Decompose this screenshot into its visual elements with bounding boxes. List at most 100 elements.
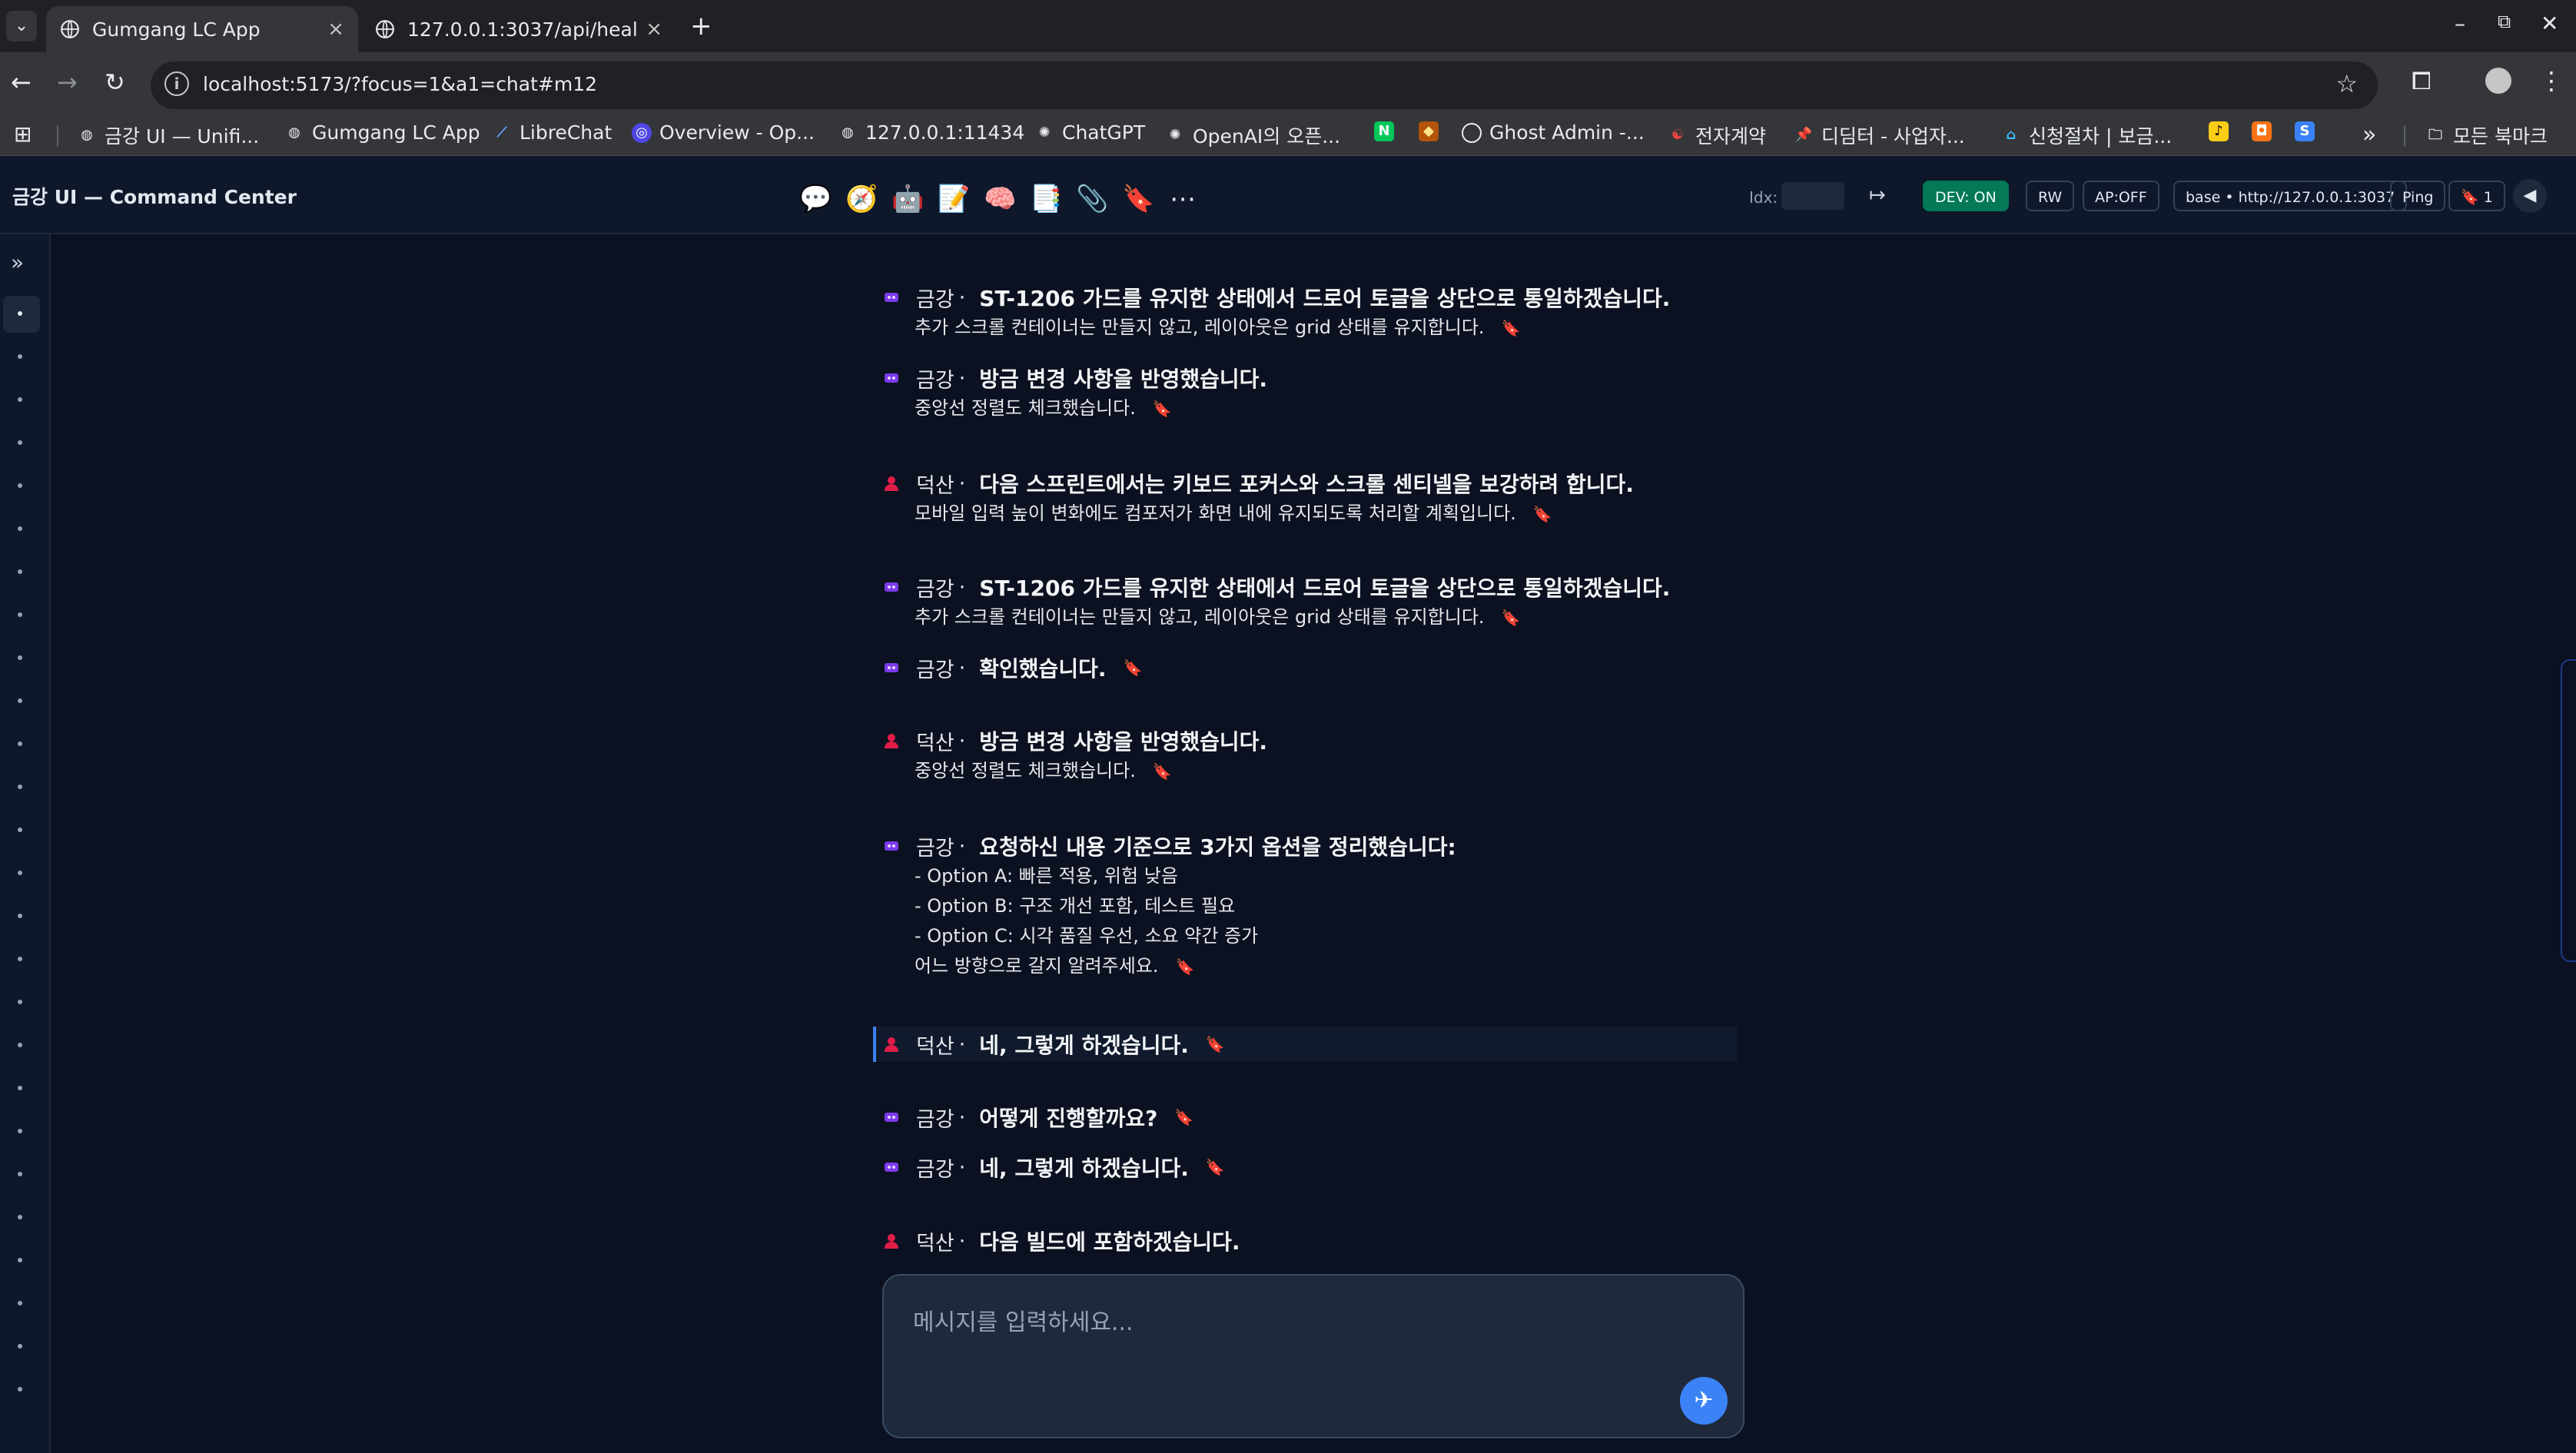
message-item[interactable]: 금강 · 어떻게 진행할까요? 🔖	[876, 1102, 1737, 1133]
right-drawer-handle[interactable]	[2561, 659, 2576, 962]
apps-icon[interactable]: ⊞	[14, 121, 32, 147]
site-info-icon[interactable]: i	[164, 71, 189, 96]
bookmark-icon[interactable]: 🔖	[1122, 184, 1154, 214]
sidebar-dot[interactable]	[18, 1258, 22, 1262]
browser-tab[interactable]: 127.0.0.1:3037/api/healt ×	[361, 6, 676, 52]
sidebar-dot[interactable]	[18, 655, 22, 660]
message-item[interactable]: 덕산 · 다음 스프린트에서는 키보드 포커스와 스크롤 센티넬을 보강하려 합니…	[876, 468, 1737, 529]
sidebar-dot[interactable]	[18, 1215, 22, 1219]
message-item[interactable]: 덕산 · 다음 빌드에 포함하겠습니다.	[876, 1226, 1737, 1256]
close-tab-icon[interactable]: ×	[646, 18, 662, 41]
bookmark-item[interactable]: 📌 디딤터 - 사업자...	[1794, 121, 1965, 149]
ping-button[interactable]: Ping	[2390, 181, 2446, 211]
message-item[interactable]: 금강 · 네, 그렇게 하겠습니다. 🔖	[876, 1152, 1737, 1183]
sidebar-dot[interactable]	[18, 1043, 22, 1047]
sidebar-dot[interactable]	[18, 957, 22, 961]
message-item[interactable]: 금강 · ST-1206 가드를 유지한 상태에서 드로어 토글을 상단으로 통일…	[876, 572, 1737, 633]
message-item[interactable]: 금강 · ST-1206 가드를 유지한 상태에서 드로어 토글을 상단으로 통일…	[876, 282, 1737, 343]
url-text[interactable]: localhost:5173/?focus=1&a1=chat#m12	[203, 73, 597, 95]
jump-arrow-icon[interactable]: ↦	[1869, 184, 1886, 207]
bookmark-icon[interactable]: 🔖	[1206, 1158, 1225, 1176]
brain-icon[interactable]: 🧠	[984, 184, 1016, 214]
message-item[interactable]: 금강 · 요청하신 내용 기준으로 3가지 옵션을 정리했습니다: - Optio…	[876, 831, 1737, 982]
browser-menu-icon[interactable]: ⋮	[2539, 66, 2564, 95]
message-item[interactable]: 덕산 · 방금 변경 사항을 반영했습니다. 중앙선 정렬도 체크했습니다. 🔖	[876, 725, 1737, 787]
expand-sidebar-icon[interactable]: »	[11, 250, 24, 275]
minimize-icon[interactable]: –	[2455, 11, 2465, 36]
window-close-icon[interactable]: ✕	[2541, 11, 2558, 36]
paperclip-icon[interactable]: 📎	[1076, 184, 1108, 214]
bookmark-item[interactable]: ◍ 금강 UI — Unifi...	[77, 121, 259, 149]
bookmark-item[interactable]: ◎ Overview - Op...	[632, 121, 815, 144]
message-input[interactable]	[911, 1302, 1683, 1397]
bookmark-icon[interactable]: 🔖	[1174, 1108, 1193, 1126]
compass-icon[interactable]: 🧭	[845, 184, 878, 214]
base-url-badge[interactable]: base • http://127.0.0.1:3037	[2173, 181, 2408, 211]
autopilot-toggle[interactable]: AP:OFF	[2083, 181, 2159, 211]
bookmark-item[interactable]: ✺ OpenAI의 오픈...	[1165, 121, 1340, 149]
collapse-panel-button[interactable]: ◀	[2513, 179, 2547, 213]
more-bookmarks-button[interactable]: »	[2362, 121, 2376, 148]
sidebar-dot[interactable]	[18, 440, 22, 445]
bookmark-icon[interactable]: 🔖	[1176, 957, 1195, 976]
restore-icon[interactable]: ⧉	[2498, 11, 2511, 32]
bookmark-icon[interactable]: 🔖	[1502, 319, 1521, 337]
send-button[interactable]: ✈	[1680, 1377, 1728, 1425]
bookmark-icon[interactable]: 🔖	[1153, 400, 1172, 418]
bookmark-item[interactable]: ◍ Gumgang LC App	[284, 121, 480, 144]
message-item[interactable]: 금강 · 방금 변경 사항을 반영했습니다. 중앙선 정렬도 체크했습니다. 🔖	[876, 363, 1737, 424]
robot-icon[interactable]: 🤖	[891, 184, 924, 214]
sidebar-dot[interactable]	[18, 914, 22, 918]
bookmark-star-icon[interactable]: ☆	[2335, 69, 2358, 98]
close-tab-icon[interactable]: ×	[327, 18, 344, 41]
sidebar-dot[interactable]	[18, 1172, 22, 1176]
document-icon[interactable]: 📑	[1030, 184, 1062, 214]
browser-tab-active[interactable]: Gumgang LC App ×	[46, 6, 358, 52]
bookmark-item[interactable]: ⌂ 신청절차 | 보금...	[2001, 121, 2173, 149]
bookmark-item[interactable]: ✺ ChatGPT	[1034, 121, 1145, 144]
forward-icon[interactable]: →	[57, 68, 78, 97]
sidebar-dot[interactable]	[18, 828, 22, 832]
profile-avatar[interactable]	[2485, 68, 2511, 94]
sidebar-dot[interactable]	[18, 1344, 22, 1349]
bookmark-item[interactable]: Ghost Admin -...	[1462, 121, 1645, 144]
sidebar-dot[interactable]	[18, 698, 22, 703]
new-tab-button[interactable]: +	[690, 11, 712, 41]
bookmark-item[interactable]: ◆	[1419, 121, 1446, 141]
sidebar-dot[interactable]	[18, 1000, 22, 1004]
reload-icon[interactable]: ↻	[105, 68, 125, 97]
sidebar-dot[interactable]	[18, 483, 22, 488]
address-bar[interactable]: i localhost:5173/?focus=1&a1=chat#m12 ☆	[151, 61, 2378, 109]
sidebar-dot[interactable]	[18, 1301, 22, 1305]
bookmark-icon[interactable]: 🔖	[1502, 609, 1521, 627]
back-icon[interactable]: ←	[11, 68, 32, 97]
extensions-icon[interactable]: ⧠	[2412, 66, 2432, 96]
rw-toggle[interactable]: RW	[2026, 181, 2075, 211]
sidebar-dot[interactable]	[18, 397, 22, 402]
bookmark-icon[interactable]: 🔖	[1206, 1035, 1225, 1053]
sidebar-dot[interactable]	[18, 1086, 22, 1090]
sidebar-dot[interactable]	[18, 1129, 22, 1133]
sidebar-dot[interactable]	[18, 741, 22, 746]
chat-icon[interactable]: 💬	[799, 184, 832, 214]
bookmark-item[interactable]: ♪	[2209, 121, 2236, 141]
sidebar-dot[interactable]	[18, 1387, 22, 1392]
bookmark-icon[interactable]: 🔖	[1153, 762, 1172, 781]
memo-icon[interactable]: 📝	[938, 184, 970, 214]
sidebar-dot[interactable]	[18, 526, 22, 531]
sidebar-dot[interactable]	[18, 354, 22, 359]
sidebar-dot[interactable]	[18, 871, 22, 875]
bookmark-item[interactable]: ◍ 127.0.0.1:11434	[838, 121, 1024, 144]
message-item[interactable]: 금강 · 확인했습니다. 🔖	[876, 652, 1737, 683]
tab-search-button[interactable]: ⌄	[6, 11, 37, 41]
bookmark-item[interactable]: ◘	[2252, 121, 2279, 141]
more-icon[interactable]: ⋯	[1168, 184, 1197, 214]
bookmark-count-badge[interactable]: 🔖 1	[2448, 181, 2505, 211]
sidebar-dot[interactable]	[18, 569, 22, 574]
bookmark-icon[interactable]: 🔖	[1123, 658, 1142, 677]
all-bookmarks-folder[interactable]: 🗀 모든 북마크	[2425, 121, 2548, 149]
bookmark-item[interactable]: ☯ 전자계약	[1668, 121, 1766, 149]
idx-input[interactable]	[1781, 182, 1844, 210]
bookmark-item[interactable]: S	[2295, 121, 2322, 141]
bookmark-icon[interactable]: 🔖	[1533, 505, 1552, 523]
